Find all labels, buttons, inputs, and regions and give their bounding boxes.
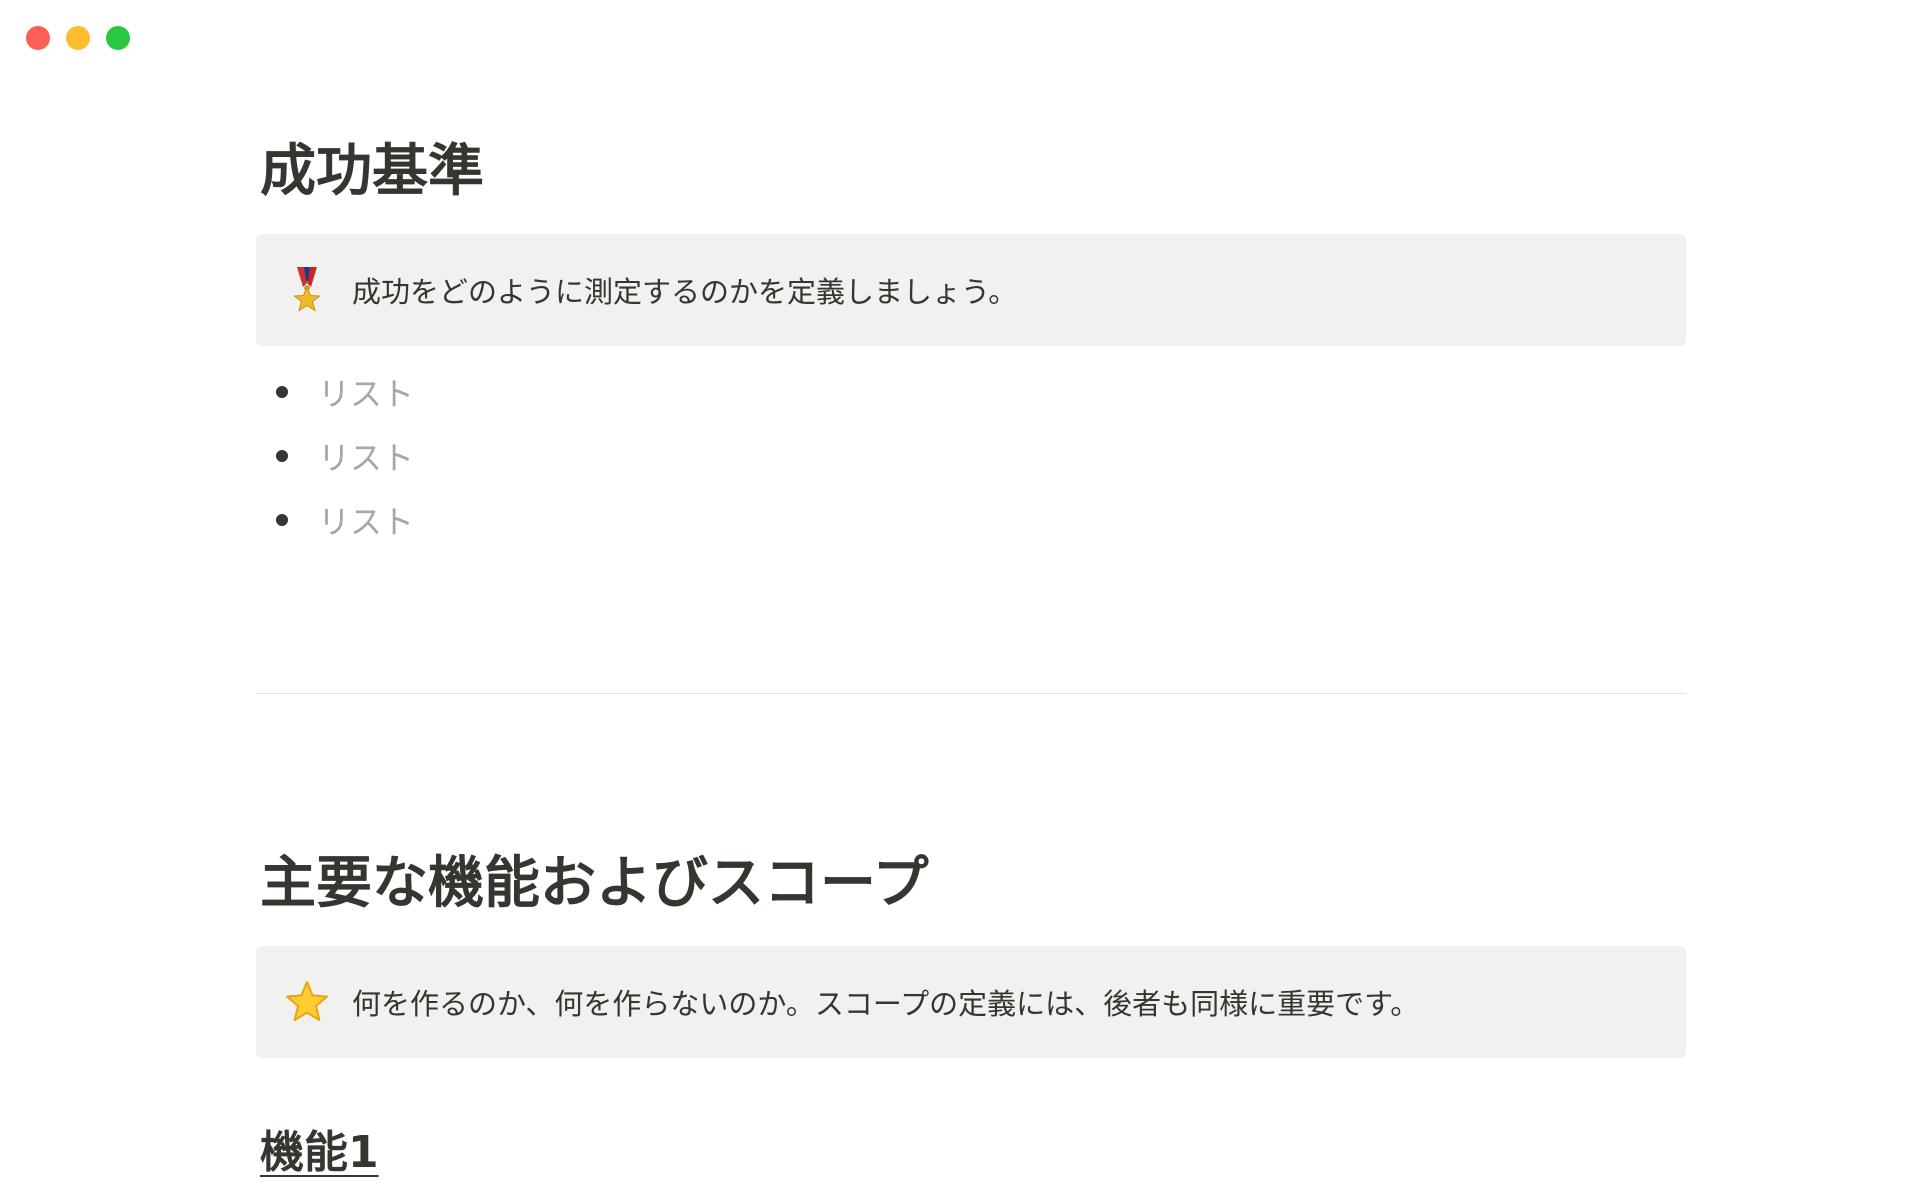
bullet-marker [276,514,288,526]
bullet-list: リスト リスト リスト [256,360,414,552]
zoom-window-button[interactable] [106,26,130,50]
window-controls [26,26,130,50]
star-icon [284,979,330,1025]
close-window-button[interactable] [26,26,50,50]
callout-text: 何を作るのか、何を作らないのか。スコープの定義には、後者も同様に重要です。 [352,987,1420,1021]
app-window: 成功基準 成功をどのように測定するのかを定義しましょう。 リスト リスト リスト… [0,0,1920,1200]
heading-feature-1[interactable]: 機能1 [260,1116,379,1180]
list-item-placeholder: リスト [318,503,415,541]
callout-text: 成功をどのように測定するのかを定義しましょう。 [352,275,1018,309]
heading-key-features-scope[interactable]: 主要な機能およびスコープ [256,850,929,917]
bullet-marker [276,450,288,462]
list-item[interactable]: リスト [256,488,414,552]
list-item-placeholder: リスト [318,439,415,477]
list-item[interactable]: リスト [256,360,414,424]
bullet-marker [276,386,288,398]
minimize-window-button[interactable] [66,26,90,50]
list-item[interactable]: リスト [256,424,414,488]
callout-scope[interactable]: 何を作るのか、何を作らないのか。スコープの定義には、後者も同様に重要です。 [256,946,1686,1058]
list-item-placeholder: リスト [318,375,415,413]
divider [256,693,1686,694]
callout-success-criteria[interactable]: 成功をどのように測定するのかを定義しましょう。 [256,234,1686,346]
heading-success-criteria[interactable]: 成功基準 [256,138,484,205]
medal-icon [284,267,330,313]
